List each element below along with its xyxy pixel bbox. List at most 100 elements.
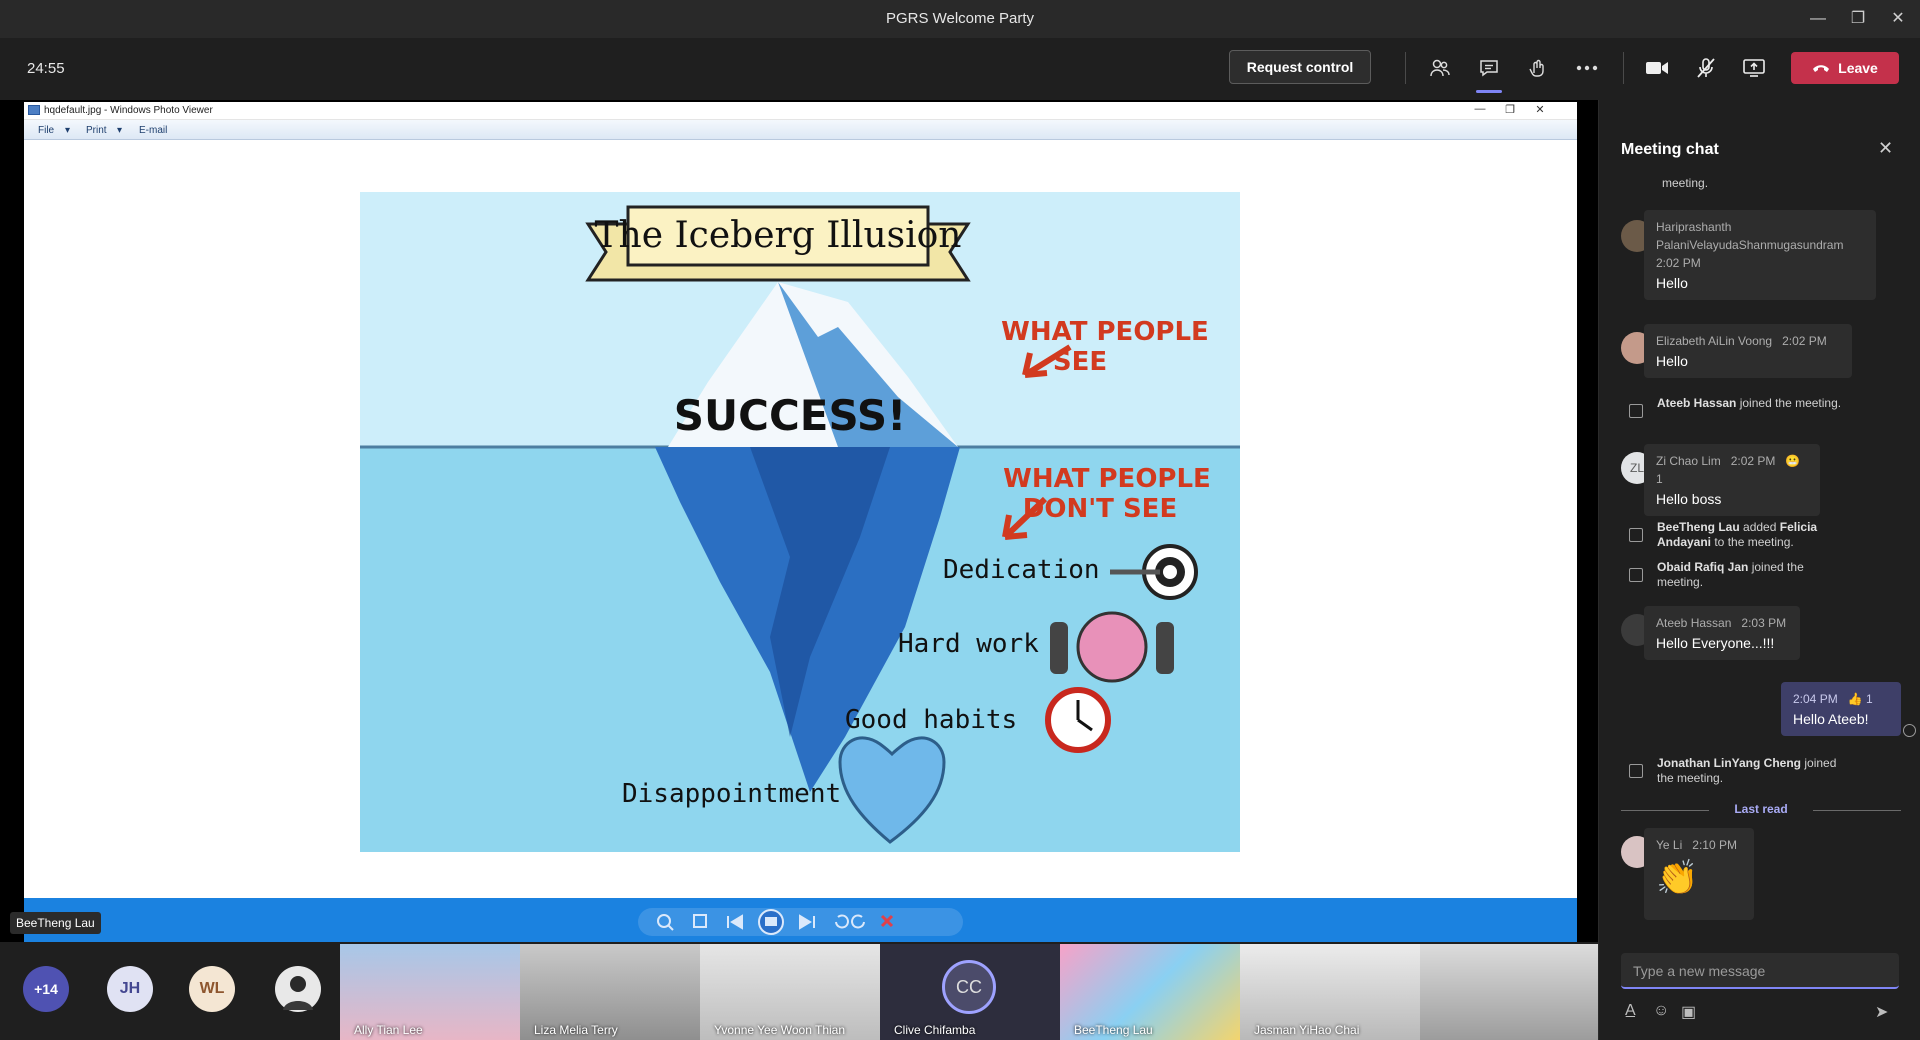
pv-menu-print[interactable]: Print xyxy=(86,125,107,136)
system-message: Obaid Rafiq Jan joined the meeting. xyxy=(1621,560,1901,590)
video-tile[interactable] xyxy=(1420,944,1598,1040)
chat-message[interactable]: Zi Chao Lim 2:02 PM 😬 1 Hello boss xyxy=(1644,444,1820,516)
pv-menu-email[interactable]: E-mail xyxy=(139,125,167,136)
what-people-see-line1: WHAT PEOPLE xyxy=(1001,317,1209,347)
more-participants-button[interactable]: +14 xyxy=(23,966,69,1012)
chevron-down-icon: ▾ xyxy=(117,125,123,136)
system-message: BeeTheng Lau added Felicia Andayani to t… xyxy=(1621,520,1901,550)
video-tile[interactable]: Yvonne Yee Woon Thian xyxy=(700,944,880,1040)
message-time: 2:03 PM xyxy=(1741,616,1787,630)
system-text: added xyxy=(1739,520,1780,534)
system-text: joined the meeting. xyxy=(1736,396,1842,410)
video-tile[interactable]: CC Clive Chifamba xyxy=(880,944,1060,1040)
roster-icon xyxy=(1629,764,1643,778)
rotate-left-icon[interactable] xyxy=(835,914,849,929)
meeting-chat-panel: Meeting chat ✕ meeting. Hariprashanth Pa… xyxy=(1598,100,1920,1040)
participants-icon[interactable] xyxy=(1424,52,1456,84)
send-icon[interactable]: ➤ xyxy=(1875,1002,1888,1022)
message-author: Hariprashanth xyxy=(1656,220,1732,234)
item-hard-work: Hard work xyxy=(898,629,1039,659)
close-window-icon[interactable]: ✕ xyxy=(1878,6,1918,32)
roster-icon xyxy=(1629,528,1643,542)
video-tile[interactable]: Jasman YiHao Chai xyxy=(1240,944,1420,1040)
item-dedication: Dedication xyxy=(943,555,1100,585)
shared-screen: hqdefault.jpg - Windows Photo Viewer — ❐… xyxy=(0,100,1598,942)
message-author: Ye Li xyxy=(1656,838,1683,852)
photo-viewer-titlebar: hqdefault.jpg - Windows Photo Viewer — ❐… xyxy=(24,102,1577,120)
minimize-icon[interactable]: — xyxy=(1798,6,1838,32)
message-author: Elizabeth AiLin Voong xyxy=(1656,334,1773,348)
format-icon[interactable]: A̲ xyxy=(1625,1002,1636,1020)
zoom-icon[interactable] xyxy=(657,914,674,931)
message-time: 2:02 PM xyxy=(1782,334,1827,348)
previous-icon[interactable] xyxy=(727,914,743,930)
photo-viewer-menubar: File ▾ Print ▾ E-mail xyxy=(24,120,1577,140)
banner-title: The Iceberg Illusion xyxy=(595,215,962,256)
mic-muted-icon[interactable] xyxy=(1690,52,1722,84)
reaction-count: 1 xyxy=(1866,692,1873,706)
chat-message[interactable]: Hariprashanth PalaniVelayudaShanmugasund… xyxy=(1644,210,1876,300)
request-control-button[interactable]: Request control xyxy=(1229,50,1371,84)
sticker-icon[interactable]: ▣ xyxy=(1681,1002,1696,1022)
slideshow-icon[interactable] xyxy=(758,909,784,935)
camera-icon[interactable] xyxy=(1641,52,1673,84)
message-input[interactable]: Type a new message xyxy=(1621,953,1899,989)
photo-viewer-bottom-bar xyxy=(24,898,1577,942)
more-actions-icon[interactable] xyxy=(1571,52,1603,84)
tile-name: Clive Chifamba xyxy=(894,1023,976,1037)
chat-active-indicator xyxy=(1476,90,1502,93)
what-people-dont-see-line2: DON'T SEE xyxy=(1023,494,1177,524)
actual-size-icon[interactable] xyxy=(693,914,707,928)
chat-message[interactable]: Elizabeth AiLin Voong 2:02 PM Hello xyxy=(1644,324,1852,378)
meeting-timer: 24:55 xyxy=(27,60,65,77)
message-text: Hello Everyone...!!! xyxy=(1656,635,1775,651)
photo-viewer-app-icon xyxy=(28,105,40,115)
system-actor: Ateeb Hassan xyxy=(1657,396,1737,410)
avatar-photo xyxy=(275,966,321,1012)
meeting-toolbar: 24:55 Request control Leave xyxy=(0,38,1920,100)
message-author: Ateeb Hassan xyxy=(1656,616,1732,630)
window-title: PGRS Welcome Party xyxy=(885,10,1035,27)
last-read-divider: Last read xyxy=(1621,802,1901,818)
share-screen-icon[interactable] xyxy=(1738,52,1770,84)
item-disappointment: Disappointment xyxy=(622,779,841,809)
tile-name: Yvonne Yee Woon Thian xyxy=(714,1023,846,1037)
avatar-cc: CC xyxy=(942,960,996,1014)
thumbs-up-icon: 👍 xyxy=(1847,692,1863,706)
what-people-dont-see-line1: WHAT PEOPLE xyxy=(1003,464,1211,494)
pv-menu-file[interactable]: File xyxy=(38,125,54,136)
next-icon[interactable] xyxy=(799,914,815,930)
success-label: SUCCESS! xyxy=(674,391,906,440)
chat-message[interactable]: Ateeb Hassan 2:03 PM Hello Everyone...!!… xyxy=(1644,606,1800,660)
roster-icon xyxy=(1629,568,1643,582)
tile-name: Jasman YiHao Chai xyxy=(1254,1023,1360,1037)
message-time: 2:04 PM xyxy=(1793,692,1838,706)
system-text: to the meeting. xyxy=(1711,535,1794,549)
own-chat-message[interactable]: 2:04 PM 👍 1 Hello Ateeb! xyxy=(1781,682,1901,736)
restore-icon[interactable]: ❐ xyxy=(1838,6,1878,32)
leave-button[interactable]: Leave xyxy=(1791,52,1899,84)
message-time: 2:02 PM xyxy=(1730,454,1776,468)
reactions-icon[interactable] xyxy=(1522,52,1554,84)
video-tile[interactable]: Liza Melia Terry xyxy=(520,944,700,1040)
chat-message[interactable]: Ye Li 2:10 PM 👏 xyxy=(1644,828,1754,920)
pv-close-icon[interactable]: ✕ xyxy=(1530,103,1550,116)
rotate-right-icon[interactable] xyxy=(851,914,865,929)
video-tile[interactable]: BeeTheng Lau xyxy=(1060,944,1240,1040)
window-titlebar: PGRS Welcome Party — ❐ ✕ xyxy=(0,0,1920,38)
compose-tools: A̲ ☺ ▣ ➤ xyxy=(1621,1000,1899,1024)
chat-icon[interactable] xyxy=(1473,52,1505,84)
delete-icon[interactable] xyxy=(880,914,894,928)
pv-minimize-icon[interactable]: — xyxy=(1470,103,1490,115)
system-fragment: meeting. xyxy=(1662,176,1709,190)
video-tile[interactable]: Ally Tian Lee xyxy=(340,944,520,1040)
message-text: Hello xyxy=(1656,353,1688,369)
tile-name: BeeTheng Lau xyxy=(1074,1023,1153,1037)
emoji-icon[interactable]: ☺ xyxy=(1653,1002,1669,1020)
presenter-name-tag: BeeTheng Lau xyxy=(10,912,101,934)
reaction-count: 1 xyxy=(1656,472,1663,486)
system-actor: BeeTheng Lau xyxy=(1657,520,1740,534)
pv-restore-icon[interactable]: ❐ xyxy=(1500,103,1520,116)
system-message: Ateeb Hassan joined the meeting. xyxy=(1621,396,1901,426)
close-chat-icon[interactable]: ✕ xyxy=(1878,138,1893,159)
